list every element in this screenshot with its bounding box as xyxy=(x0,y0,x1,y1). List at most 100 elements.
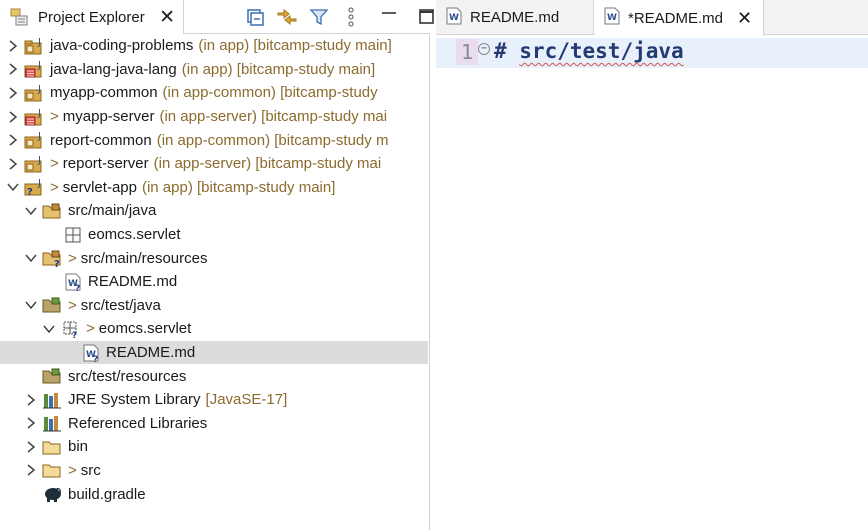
tree-item-java-lang-java-lang[interactable]: J java-lang-java-lang (in app) [bitcamp-… xyxy=(0,58,428,82)
tree-item-bin[interactable]: bin xyxy=(0,435,428,459)
tree-item-label: src/main/java xyxy=(68,202,157,220)
tree-item-src-test-resources[interactable]: src/test/resources xyxy=(0,364,428,388)
gradle-project-icon: J xyxy=(24,83,46,103)
tree-item-src-main-java[interactable]: src/main/java xyxy=(0,199,428,223)
tree-item-jre-system-library[interactable]: JRE System Library [JavaSE-17] xyxy=(0,388,428,412)
close-icon[interactable]: ✕ xyxy=(159,8,175,27)
chevron-right-icon[interactable] xyxy=(24,463,38,477)
tree-item-label: servlet-app xyxy=(62,178,137,196)
explorer-header: Project Explorer ✕ xyxy=(0,0,434,34)
dirty-marker: > xyxy=(68,461,77,479)
tree-item-src[interactable]: > src xyxy=(0,459,428,483)
svg-text:?: ? xyxy=(54,259,60,268)
svg-text:J: J xyxy=(37,60,41,71)
tree-item-myapp-server[interactable]: J > myapp-server (in app-server) [bitcam… xyxy=(0,105,428,129)
link-with-editor-icon[interactable] xyxy=(276,6,298,28)
editor-tab-label: README.md xyxy=(470,9,560,26)
editor-tab-readme-dirty[interactable]: W *README.md ✕ xyxy=(594,0,764,36)
project-explorer-panel: Project Explorer ✕ J java-coding-problem… xyxy=(0,0,434,530)
tree-item-label: build.gradle xyxy=(68,485,146,503)
folder-icon xyxy=(42,437,64,457)
tree-item-readme-test[interactable]: W? README.md xyxy=(0,340,428,365)
test-source-folder-icon xyxy=(42,295,64,315)
chevron-right-icon[interactable] xyxy=(6,157,20,171)
tree-item-readme-main[interactable]: W? README.md xyxy=(0,270,428,294)
chevron-right-icon[interactable] xyxy=(6,86,20,100)
svg-text:J: J xyxy=(37,108,41,119)
tree-item-src-test-java[interactable]: > src/test/java xyxy=(0,294,428,318)
project-explorer-tab[interactable]: Project Explorer ✕ xyxy=(0,0,184,34)
gradle-project-error-icon: J xyxy=(24,107,46,127)
chevron-down-icon[interactable] xyxy=(42,322,56,336)
tree-item-referenced-libraries[interactable]: Referenced Libraries xyxy=(0,412,428,436)
collapse-all-icon[interactable] xyxy=(244,6,266,28)
chevron-down-icon[interactable] xyxy=(24,251,38,265)
tree-item-label: src/test/resources xyxy=(68,367,187,385)
code-line[interactable]: # src/test/java xyxy=(494,37,684,65)
dirty-marker: > xyxy=(68,296,77,314)
tree-item-label: eomcs.servlet xyxy=(98,320,192,338)
folder-icon xyxy=(42,460,64,480)
line-number: 1 xyxy=(456,39,478,65)
package-icon xyxy=(62,225,84,245)
tree-item-decoration: (in app-server) [bitcamp-study mai xyxy=(153,155,382,173)
chevron-down-icon[interactable] xyxy=(24,204,38,218)
chevron-right-icon[interactable] xyxy=(6,110,20,124)
tree-item-decoration: (in app-common) [bitcamp-study m xyxy=(156,131,389,149)
tree-item-src-main-resources[interactable]: ? > src/main/resources xyxy=(0,246,428,270)
chevron-right-icon[interactable] xyxy=(24,440,38,454)
tree-item-eomcs-servlet[interactable]: eomcs.servlet xyxy=(0,223,428,247)
tree-item-decoration: (in app) [bitcamp-study main] xyxy=(181,60,376,78)
filter-icon[interactable] xyxy=(308,6,330,28)
close-icon[interactable]: ✕ xyxy=(737,8,752,29)
tree-item-label: JRE System Library xyxy=(68,391,201,409)
svg-text:W: W xyxy=(449,13,459,23)
dirty-marker: > xyxy=(86,320,95,338)
gradle-project-icon: J xyxy=(24,36,46,56)
gradle-project-icon: J xyxy=(24,130,46,150)
chevron-right-icon[interactable] xyxy=(24,393,38,407)
minimize-icon[interactable] xyxy=(378,6,400,28)
source-folder-icon xyxy=(42,201,64,221)
maximize-icon[interactable] xyxy=(416,6,438,28)
chevron-right-icon[interactable] xyxy=(6,39,20,53)
tree-item-report-common[interactable]: J report-common (in app-common) [bitcamp… xyxy=(0,128,428,152)
project-explorer-icon xyxy=(8,6,30,28)
editor-tab-readme[interactable]: W README.md xyxy=(436,0,594,35)
svg-text:J: J xyxy=(37,37,41,48)
chevron-down-icon[interactable] xyxy=(24,298,38,312)
tree-item-label: README.md xyxy=(106,344,196,362)
view-menu-icon[interactable] xyxy=(340,6,362,28)
tree-item-java-coding-problems[interactable]: J java-coding-problems (in app) [bitcamp… xyxy=(0,34,428,58)
tree-item-myapp-common[interactable]: J myapp-common (in app-common) [bitcamp-… xyxy=(0,81,428,105)
markdown-file-icon: W? xyxy=(62,272,84,292)
chevron-right-icon[interactable] xyxy=(6,133,20,147)
tree-item-build-gradle[interactable]: build.gradle xyxy=(0,482,428,506)
editor-tab-label: *README.md xyxy=(628,9,724,27)
editor-text-area[interactable]: 1 − # src/test/java xyxy=(436,35,868,530)
tree-item-report-server[interactable]: J > report-server (in app-server) [bitca… xyxy=(0,152,428,176)
svg-text:?: ? xyxy=(72,331,77,339)
heading-marker: # xyxy=(494,39,520,63)
tree-item-servlet-app[interactable]: J? > servlet-app (in app) [bitcamp-study… xyxy=(0,176,428,200)
gradle-project-icon: J xyxy=(24,154,46,174)
chevron-down-icon[interactable] xyxy=(6,180,20,194)
tree-item-decoration: (in app) [bitcamp-study main] xyxy=(198,37,392,55)
fold-collapse-icon[interactable]: − xyxy=(478,43,490,55)
svg-text:J: J xyxy=(37,155,41,166)
project-tree: J java-coding-problems (in app) [bitcamp… xyxy=(0,34,430,506)
tree-item-eomcs-servlet-test[interactable]: ? > eomcs.servlet xyxy=(0,317,428,341)
svg-text:W: W xyxy=(607,13,617,23)
tree-item-label: src xyxy=(80,461,101,479)
tree-item-decoration: [JavaSE-17] xyxy=(205,391,288,409)
tree-item-label: java-coding-problems xyxy=(50,37,194,55)
svg-text:?: ? xyxy=(93,355,98,363)
chevron-right-icon[interactable] xyxy=(24,416,38,430)
gradle-project-error-icon: J xyxy=(24,59,46,79)
library-icon xyxy=(42,413,64,433)
chevron-right-icon[interactable] xyxy=(6,62,20,76)
